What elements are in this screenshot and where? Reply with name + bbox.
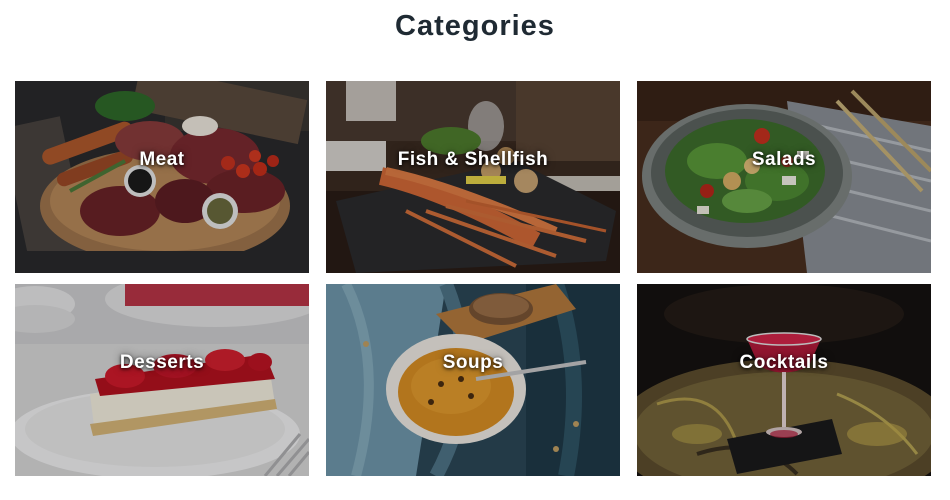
tile-overlay <box>637 284 931 476</box>
page-title: Categories <box>395 10 555 42</box>
tile-overlay <box>326 284 620 476</box>
category-tile-fish-shellfish[interactable]: Fish & Shellfish <box>326 81 620 273</box>
tile-overlay <box>326 81 620 273</box>
category-tile-soups[interactable]: Soups <box>326 284 620 476</box>
tile-overlay <box>637 81 931 273</box>
category-label-desserts: Desserts <box>119 352 205 373</box>
category-tile-cocktails[interactable]: Cocktails <box>637 284 931 476</box>
category-label-fish-shellfish: Fish & Shellfish <box>397 149 549 170</box>
category-tile-salads[interactable]: Salads <box>637 81 931 273</box>
category-label-cocktails: Cocktails <box>739 352 829 373</box>
category-label-salads: Salads <box>751 149 817 170</box>
categories-page: Categories Meat Fish & Shellfish Salads … <box>0 0 950 500</box>
tile-overlay <box>15 81 309 273</box>
tile-overlay <box>15 284 309 476</box>
category-label-meat: Meat <box>139 149 185 170</box>
category-label-soups: Soups <box>442 352 504 373</box>
category-tile-desserts[interactable]: Desserts <box>15 284 309 476</box>
category-tile-meat[interactable]: Meat <box>15 81 309 273</box>
